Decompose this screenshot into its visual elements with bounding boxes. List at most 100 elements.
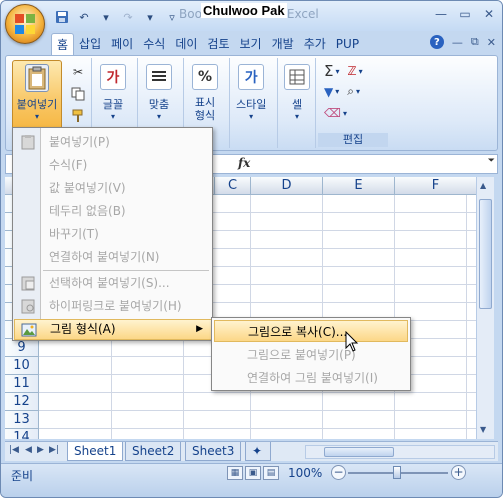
cells-button[interactable]: 셀 ▾ — [284, 64, 310, 121]
tab-home[interactable]: 홈 — [51, 33, 75, 55]
row-header-13[interactable]: 13 — [5, 411, 39, 429]
tab-formulas[interactable]: 수식 — [138, 33, 170, 55]
office-button[interactable] — [5, 4, 45, 44]
tab-page-layout[interactable]: 페이 — [106, 33, 138, 55]
ribbon-restore-icon[interactable]: ⧉ — [471, 35, 479, 49]
scroll-down-icon[interactable]: ▼ — [480, 425, 486, 434]
sort-filter-icon[interactable]: ℤ — [348, 64, 357, 78]
column-header-d[interactable]: D — [251, 177, 323, 195]
redo-dropdown-icon[interactable]: ▾ — [141, 9, 159, 25]
formula-expand-icon[interactable]: ⏷ — [488, 156, 495, 166]
menu-item-label: 하이퍼링크로 붙여넣기(H) — [49, 299, 182, 313]
vertical-scroll-thumb[interactable] — [479, 199, 492, 309]
submenu-copy-as-picture[interactable]: 그림으로 복사(C)... — [214, 320, 408, 342]
row-header-9[interactable]: 9 — [5, 339, 39, 357]
horizontal-scroll-thumb[interactable] — [324, 447, 394, 457]
redo-icon[interactable]: ↷ — [119, 9, 137, 25]
row-header-14[interactable]: 14 — [5, 429, 39, 439]
grid-line — [39, 410, 476, 411]
page-break-view-icon[interactable]: ▤ — [263, 466, 279, 480]
editing-group-label: 편집 — [318, 133, 388, 147]
cut-icon[interactable]: ✂ — [70, 64, 86, 80]
sheet-tab-bar: |◀ ◀ ▶ ▶| Sheet1 Sheet2 Sheet3 ✦ — [5, 441, 498, 461]
paste-special-icon — [20, 275, 36, 291]
tab-data[interactable]: 데이 — [170, 33, 202, 55]
menu-item-paste[interactable]: 붙여넣기(P) — [14, 131, 212, 153]
number-format-button[interactable]: % 표시 형식 — [192, 64, 218, 122]
prev-sheet-icon[interactable]: ◀ — [25, 445, 32, 455]
menu-item-paste-values[interactable]: 값 붙여넣기(V) — [14, 177, 212, 199]
submenu-paste-picture-link[interactable]: 연결하여 그림 붙여넣기(I) — [214, 367, 408, 389]
tab-insert[interactable]: 삽입 — [74, 33, 106, 55]
paste-dropdown-menu: 붙여넣기(P) 수식(F) 값 붙여넣기(V) 테두리 없음(B) 바꾸기(T)… — [12, 127, 213, 341]
row-header-10[interactable]: 10 — [5, 357, 39, 375]
grid-line — [39, 392, 476, 393]
submenu-paste-as-picture[interactable]: 그림으로 붙여넣기(P) — [214, 344, 408, 366]
undo-dropdown-icon[interactable]: ▾ — [97, 9, 115, 25]
tab-developer[interactable]: 개발 — [267, 33, 299, 55]
format-painter-icon[interactable] — [70, 108, 86, 124]
ribbon-close-icon[interactable]: ✕ — [487, 36, 496, 49]
clipboard-icon — [25, 64, 49, 92]
menu-item-no-borders[interactable]: 테두리 없음(B) — [14, 200, 212, 222]
horizontal-scrollbar[interactable] — [305, 445, 495, 459]
maximize-icon[interactable]: ▭ — [458, 7, 472, 21]
author-overlay-label: Chulwoo Pak — [201, 3, 287, 18]
next-sheet-icon[interactable]: ▶ — [37, 445, 44, 455]
undo-icon[interactable]: ↶ — [75, 9, 93, 25]
sheet-tab-1[interactable]: Sheet1 — [67, 442, 124, 461]
menu-item-paste-hyperlink[interactable]: 하이퍼링크로 붙여넣기(H) — [14, 295, 212, 317]
zoom-slider-knob[interactable] — [393, 466, 401, 479]
fx-icon[interactable]: fx — [238, 156, 250, 170]
menu-item-paste-special[interactable]: 선택하여 붙여넣기(S)... — [14, 272, 212, 294]
clear-button[interactable]: ⌫ ▾ — [324, 106, 347, 120]
autosum-button[interactable]: Σ ▾ ℤ ▾ — [324, 62, 363, 80]
tab-add-ins[interactable]: 추가 — [299, 33, 331, 55]
quick-access-toolbar: ↶ ▾ ↷ ▾ ▿ — [53, 7, 181, 27]
sheet-tab-3[interactable]: Sheet3 — [185, 442, 242, 461]
cells-label: 셀 — [291, 98, 303, 111]
menu-item-transpose[interactable]: 바꾸기(T) — [14, 223, 212, 245]
copy-icon[interactable] — [70, 86, 86, 102]
fill-button[interactable]: ▼ ▾ ⌕ ▾ — [324, 84, 360, 99]
minimize-icon[interactable]: — — [434, 7, 448, 21]
row-header-11[interactable]: 11 — [5, 375, 39, 393]
window-controls: — ▭ ✕ — [434, 7, 496, 21]
office-logo-icon — [15, 14, 37, 36]
sigma-icon: Σ — [324, 62, 334, 80]
eraser-icon: ⌫ — [324, 106, 341, 120]
page-layout-view-icon[interactable]: ▣ — [245, 466, 261, 480]
zoom-level[interactable]: 100% — [288, 466, 322, 480]
help-icon[interactable]: ? — [429, 35, 444, 49]
styles-group: 가 스타일 ▾ — [232, 58, 278, 148]
insert-sheet-icon[interactable]: ✦ — [245, 442, 271, 461]
first-sheet-icon[interactable]: |◀ — [9, 445, 19, 455]
tab-view[interactable]: 보기 — [235, 33, 267, 55]
last-sheet-icon[interactable]: ▶| — [49, 445, 59, 455]
styles-button[interactable]: 가 스타일 ▾ — [236, 64, 266, 121]
close-icon[interactable]: ✕ — [482, 7, 496, 21]
alignment-button[interactable]: 맞춤 ▾ — [146, 64, 172, 121]
column-header-c[interactable]: C — [215, 177, 251, 195]
normal-view-icon[interactable]: ▦ — [227, 466, 243, 480]
save-icon[interactable] — [53, 9, 71, 25]
menu-item-paste-link[interactable]: 연결하여 붙여넣기(N) — [14, 246, 212, 268]
tab-pup[interactable]: PUP — [331, 33, 364, 55]
excel-window: ↶ ▾ ↷ ▾ ▿ Book1 - Microsoft Excel Chulwo… — [0, 0, 503, 498]
font-color-icon: 가 — [100, 64, 126, 90]
zoom-in-icon[interactable]: + — [451, 465, 466, 480]
row-header-12[interactable]: 12 — [5, 393, 39, 411]
font-button[interactable]: 가 글꼴 ▾ — [100, 64, 126, 121]
vertical-scrollbar[interactable]: ▲ ▼ — [476, 177, 494, 439]
column-header-f[interactable]: F — [395, 177, 476, 195]
paste-button[interactable]: 붙여넣기 ▾ — [12, 60, 62, 134]
menu-item-formulas[interactable]: 수식(F) — [14, 154, 212, 176]
find-icon[interactable]: ⌕ — [347, 84, 354, 99]
zoom-out-icon[interactable]: − — [331, 465, 346, 480]
column-header-e[interactable]: E — [323, 177, 395, 195]
scroll-up-icon[interactable]: ▲ — [480, 181, 486, 190]
tab-review[interactable]: 검토 — [202, 33, 234, 55]
sheet-tab-2[interactable]: Sheet2 — [125, 442, 182, 461]
menu-item-as-picture[interactable]: 그림 형식(A) ▶ — [14, 319, 212, 340]
ribbon-minimize-icon[interactable]: — — [452, 36, 463, 49]
